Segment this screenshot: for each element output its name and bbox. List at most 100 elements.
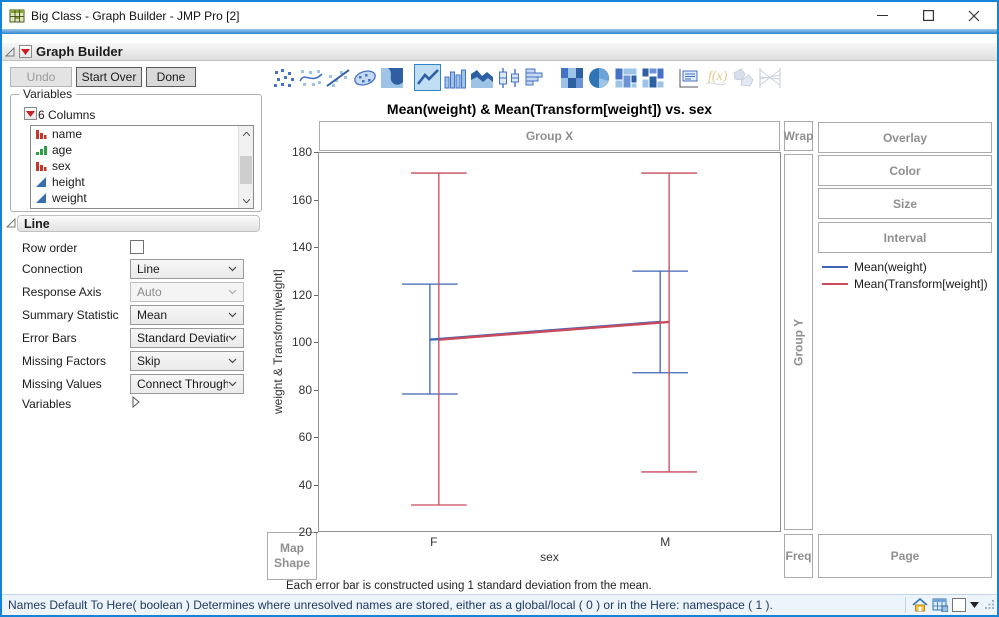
heatmap-icon[interactable]	[558, 64, 585, 91]
chevron-down-icon	[228, 358, 237, 364]
close-button[interactable]	[951, 2, 997, 29]
line-row-missing-values: Missing Values Connect Through	[2, 374, 265, 394]
window-accent-band	[2, 29, 997, 34]
treemap-icon[interactable]	[612, 64, 639, 91]
pie-icon[interactable]	[585, 64, 612, 91]
status-separator	[905, 597, 906, 613]
status-color-box[interactable]	[952, 598, 966, 612]
minimize-button[interactable]	[859, 2, 905, 29]
scroll-up-icon[interactable]	[239, 126, 253, 141]
parallel-icon[interactable]	[756, 64, 783, 91]
column-item-weight[interactable]: weight	[31, 190, 253, 206]
column-item-name[interactable]: name	[31, 126, 253, 142]
status-dropdown-icon[interactable]	[970, 602, 979, 608]
status-text: Names Default To Here( boolean ) Determi…	[8, 598, 773, 612]
missing-factors-dropdown[interactable]: Skip	[130, 351, 244, 371]
nominal-column-icon	[35, 160, 47, 172]
scrollbar-thumb[interactable]	[240, 156, 252, 184]
start-over-button[interactable]: Start Over	[76, 67, 142, 87]
y-tick-label: 180	[291, 145, 312, 159]
data-table-window-icon[interactable]	[932, 598, 948, 612]
x-axis-title: sex	[540, 550, 559, 564]
line-row-error-bars: Error Bars Standard Deviatio	[2, 328, 265, 348]
scroll-down-icon[interactable]	[239, 193, 253, 208]
chevron-down-icon	[228, 312, 237, 318]
column-item-age[interactable]: age	[31, 142, 253, 158]
y-tick-label: 40	[298, 477, 312, 492]
formula-icon[interactable]: f(x)	[702, 64, 729, 91]
variables-disclosure-icon[interactable]	[132, 396, 140, 408]
continuous-column-icon	[35, 176, 47, 188]
drop-zone-wrap[interactable]: Wrap	[784, 121, 813, 151]
drop-zone-overlay[interactable]: Overlay	[818, 122, 992, 153]
drop-zone-group-x[interactable]: Group X	[319, 121, 780, 151]
line-row-summary-statistic: Summary Statistic Mean	[2, 305, 265, 325]
undo-button[interactable]: Undo	[10, 67, 72, 87]
row-order-checkbox[interactable]	[130, 240, 144, 254]
line-row-row-order: Row order	[2, 238, 265, 258]
summary-statistic-dropdown[interactable]: Mean	[130, 305, 244, 325]
status-bar: Names Default To Here( boolean ) Determi…	[2, 594, 997, 615]
bar-icon[interactable]	[441, 64, 468, 91]
nominal-column-icon	[35, 128, 47, 140]
drop-zone-group-y[interactable]: Group Y	[784, 154, 813, 530]
columns-listbox[interactable]: name age sex height weight	[30, 125, 254, 209]
connection-dropdown[interactable]: Line	[130, 259, 244, 279]
collapse-triangle-icon[interactable]	[5, 46, 15, 57]
y-tick-mark	[314, 532, 318, 533]
line-of-fit-icon[interactable]	[324, 64, 351, 91]
chevron-down-icon	[228, 381, 237, 387]
title-bar: Big Class - Graph Builder - JMP Pro [2]	[2, 2, 997, 29]
drop-zone-map-shape[interactable]: Map Shape	[267, 532, 317, 580]
ordinal-column-icon	[35, 144, 47, 156]
column-item-height[interactable]: height	[31, 174, 253, 190]
drop-zone-color[interactable]: Color	[818, 155, 992, 186]
done-button[interactable]: Done	[146, 67, 196, 87]
error-bar-footnote: Each error bar is constructed using 1 st…	[286, 580, 652, 592]
drop-zone-freq[interactable]: Freq	[784, 534, 813, 578]
line-icon[interactable]	[414, 64, 441, 91]
svg-text:f(x): f(x)	[708, 69, 728, 84]
drop-zone-page[interactable]: Page	[818, 534, 992, 578]
y-tick-label: 20	[298, 525, 312, 539]
columns-scrollbar[interactable]	[238, 126, 253, 208]
line-panel-collapse-icon[interactable]	[6, 218, 16, 228]
plot-area[interactable]	[318, 152, 781, 532]
caption-box-icon[interactable]	[675, 64, 702, 91]
chart-type-toolbar: f(x)	[270, 64, 783, 91]
line-panel-header[interactable]: Line	[17, 215, 260, 232]
legend-item[interactable]: Mean(Transform[weight])	[822, 275, 988, 292]
mosaic-icon[interactable]	[639, 64, 666, 91]
missing-values-dropdown[interactable]: Connect Through	[130, 374, 244, 394]
box-plot-icon[interactable]	[495, 64, 522, 91]
line-row-connection: Connection Line	[2, 259, 265, 279]
histogram-icon[interactable]	[522, 64, 549, 91]
contour-icon[interactable]	[378, 64, 405, 91]
legend-item[interactable]: Mean(weight)	[822, 258, 988, 275]
maximize-button[interactable]	[905, 2, 951, 29]
red-triangle-menu-icon[interactable]	[19, 45, 32, 58]
drop-zone-size[interactable]: Size	[818, 188, 992, 219]
drop-zone-interval[interactable]: Interval	[818, 222, 992, 253]
ellipse-icon[interactable]	[351, 64, 378, 91]
points-icon[interactable]	[270, 64, 297, 91]
window-title: Big Class - Graph Builder - JMP Pro [2]	[31, 8, 240, 23]
y-tick-label: 160	[291, 192, 312, 207]
y-tick-label: 100	[291, 335, 312, 349]
home-window-icon[interactable]	[912, 598, 928, 612]
x-tick-label-M: M	[660, 535, 671, 549]
smoother-icon[interactable]	[297, 64, 324, 91]
chart-title: Mean(weight) & Mean(Transform[weight]) v…	[386, 101, 713, 117]
map-shapes-icon[interactable]	[729, 64, 756, 91]
column-item-sex[interactable]: sex	[31, 158, 253, 174]
line-row-variables: Variables	[2, 394, 265, 414]
y-tick-label: 60	[298, 430, 312, 444]
response-axis-dropdown[interactable]: Auto	[130, 282, 244, 302]
continuous-column-icon	[35, 192, 47, 204]
resize-grip[interactable]	[985, 598, 995, 612]
chevron-down-icon	[228, 335, 237, 341]
area-icon[interactable]	[468, 64, 495, 91]
error-bars-dropdown[interactable]: Standard Deviatio	[130, 328, 244, 348]
columns-count-label: 6 Columns	[38, 108, 96, 122]
columns-red-triangle-icon[interactable]	[24, 107, 37, 120]
